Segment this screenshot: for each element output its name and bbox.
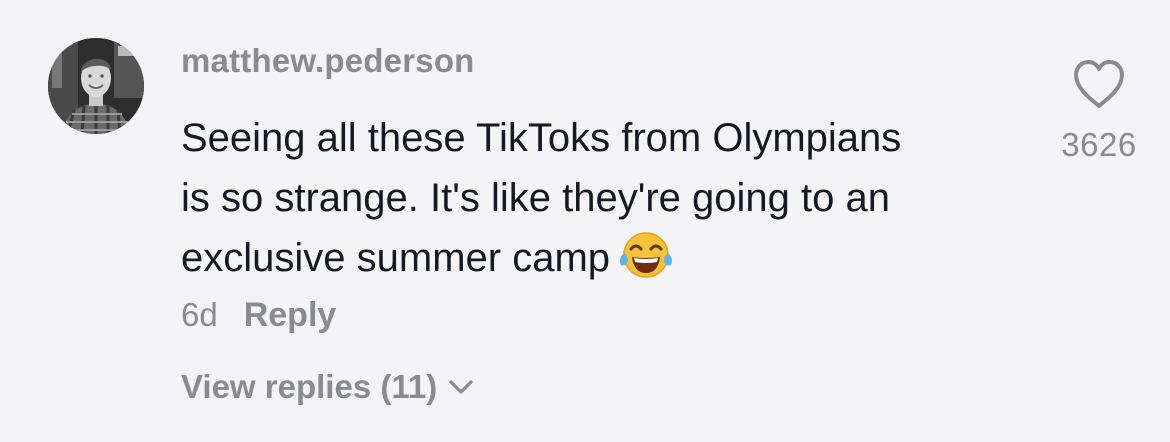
- reply-button[interactable]: Reply: [244, 296, 337, 335]
- username[interactable]: matthew.pederson: [181, 42, 475, 80]
- comment-item: matthew.pederson Seeing all these TikTok…: [0, 0, 1170, 442]
- comment-text-line: exclusive summer camp: [181, 228, 1011, 288]
- view-replies-button[interactable]: View replies (11): [181, 368, 477, 406]
- chevron-down-icon: [449, 380, 473, 394]
- like-count: 3626: [1061, 126, 1137, 163]
- heart-outline-icon[interactable]: [1071, 58, 1127, 110]
- like-container: 3626: [1040, 58, 1158, 164]
- comment-meta: 6d Reply: [181, 296, 336, 335]
- comment-text: Seeing all these TikToks from Olympians …: [181, 108, 1011, 288]
- comment-text-line: is so strange. It's like they're going t…: [181, 176, 890, 220]
- timestamp: 6d: [181, 296, 218, 333]
- face-with-tears-of-joy-icon: [618, 229, 674, 279]
- avatar[interactable]: [48, 38, 144, 134]
- avatar-image: [48, 38, 144, 134]
- comment-text-line: Seeing all these TikToks from Olympians: [181, 116, 902, 160]
- view-replies-label: View replies (11): [181, 368, 438, 405]
- comment-text-line-content: exclusive summer camp: [181, 236, 611, 280]
